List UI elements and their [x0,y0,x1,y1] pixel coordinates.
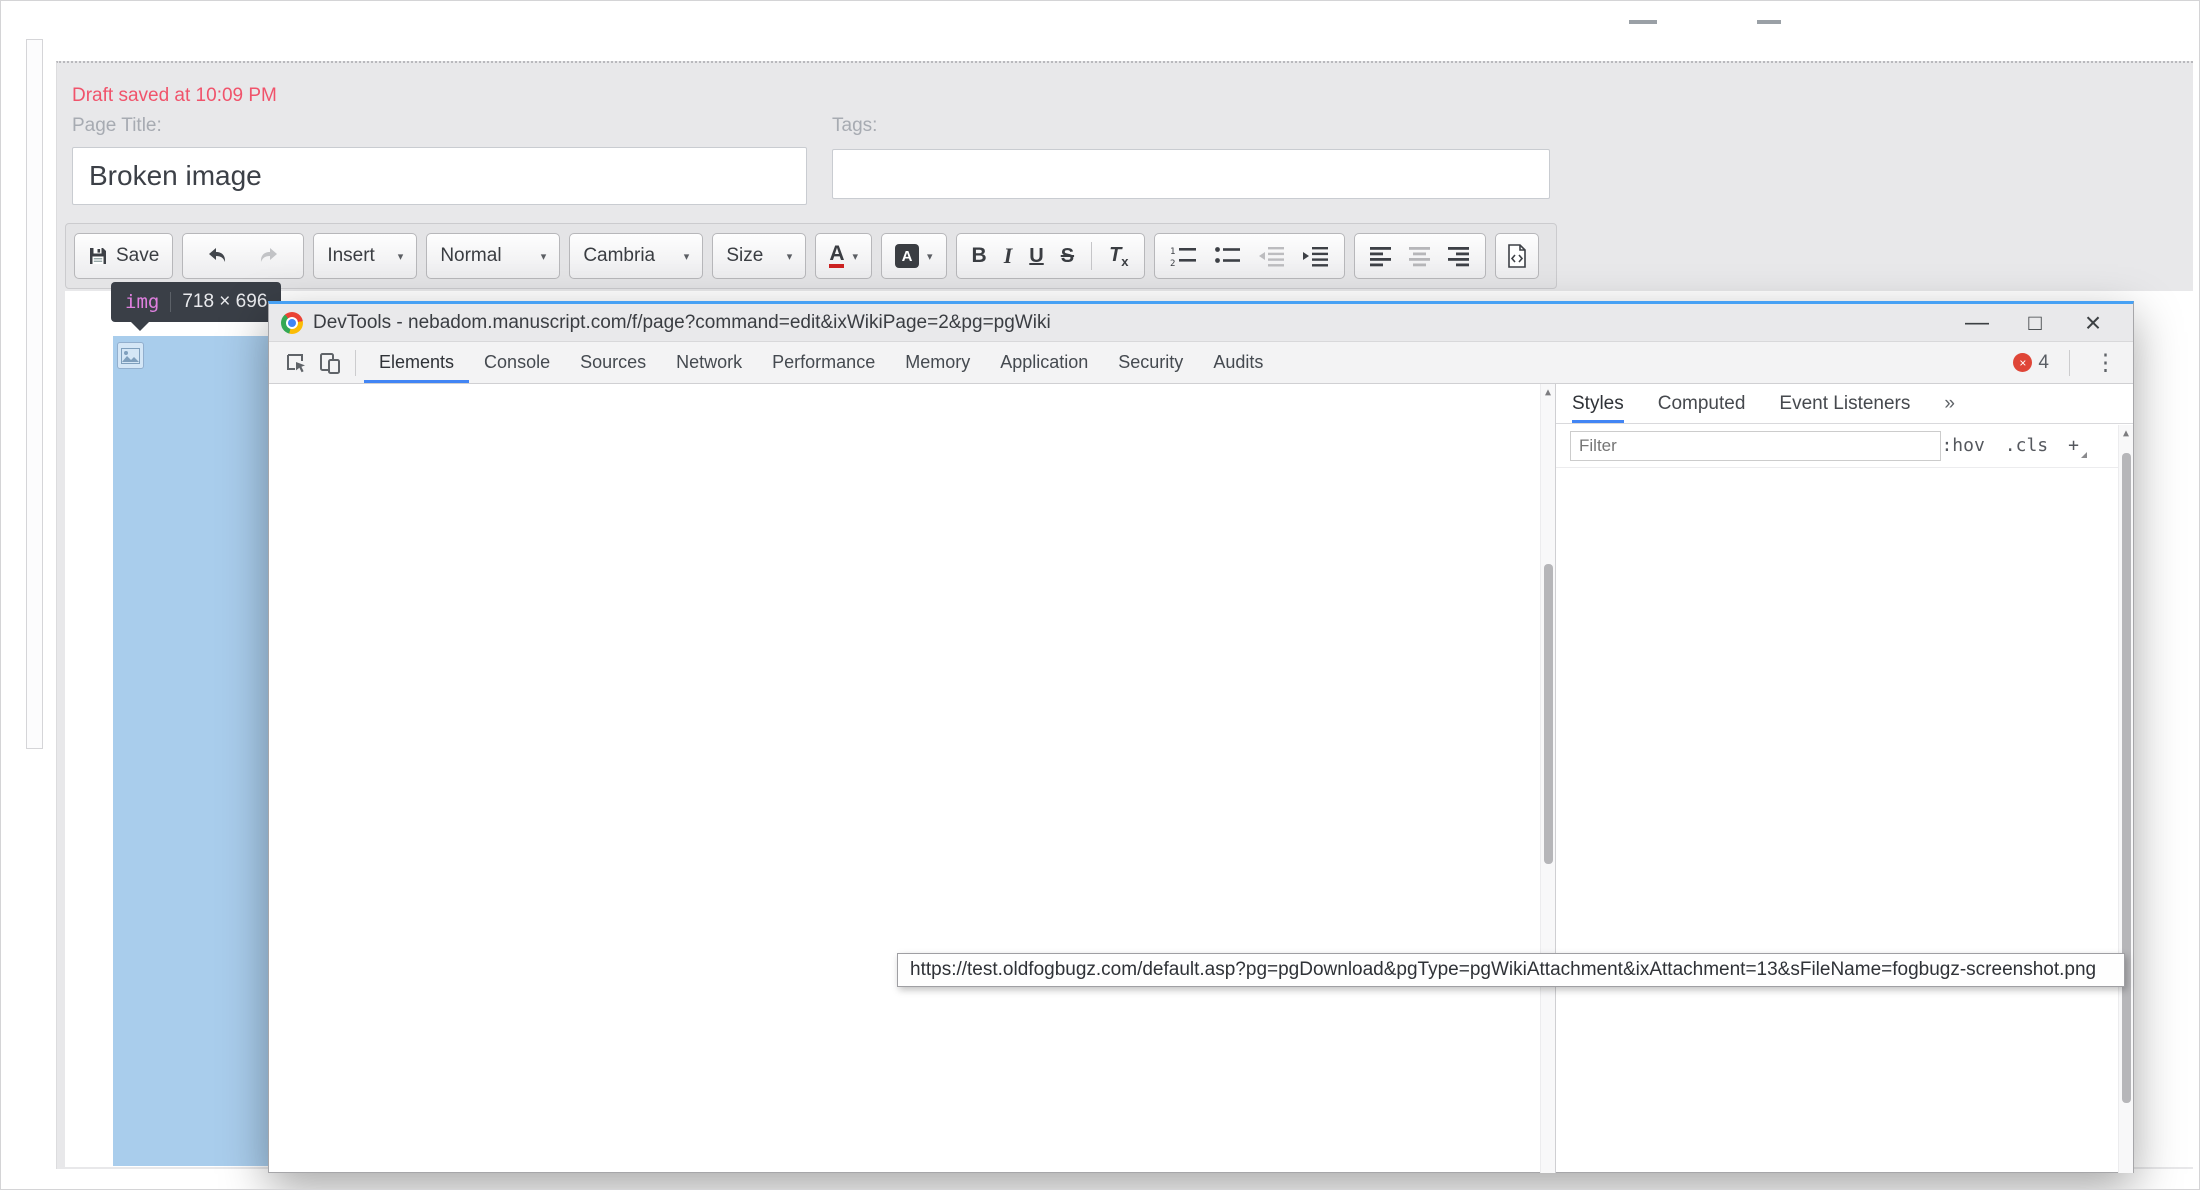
broken-image-icon [117,342,144,369]
strikethrough-button[interactable]: S [1061,245,1074,268]
screen: Draft saved at 10:09 PM Page Title: Brok… [0,0,2200,1190]
chevron-down-icon: ▾ [927,250,933,263]
devtools-tab-sources[interactable]: Sources [565,342,661,383]
divider [355,350,356,376]
inspect-element-icon[interactable] [279,342,313,383]
save-button[interactable]: Save [74,233,173,279]
remove-format-button[interactable]: Tx [1109,244,1128,269]
undo-icon[interactable] [207,246,231,266]
styles-filter-input[interactable] [1570,431,1941,461]
tags-label: Tags: [832,115,877,137]
divider [2069,350,2070,376]
devtools-tab-network[interactable]: Network [661,342,757,383]
chrome-icon [281,312,303,334]
devtools-tab-audits[interactable]: Audits [1198,342,1278,383]
paragraph-format-dropdown[interactable]: Normal▾ [426,233,560,279]
styles-tab-bar: Styles Computed Event Listeners » [1556,384,2133,424]
background-color-icon: A [895,244,919,268]
styles-tab-computed[interactable]: Computed [1658,384,1746,423]
insert-dropdown[interactable]: Insert▾ [313,233,417,279]
divider [1091,242,1092,270]
chevron-down-icon: ▾ [398,250,404,263]
link-url-tooltip: https://test.oldfogbugz.com/default.asp?… [897,953,2125,987]
page-title-input[interactable]: Broken image [72,147,807,205]
window-ghost-dash [1757,20,1781,24]
devtools-tab-console[interactable]: Console [469,342,565,383]
devtools-tab-performance[interactable]: Performance [757,342,890,383]
pseudo-state-toggle[interactable]: :hov [1941,435,1984,456]
text-color-button[interactable]: A▾ [815,233,872,279]
chevron-down-icon: ▾ [541,250,547,263]
text-color-icon: A [829,244,844,268]
error-badge[interactable]: × 4 [2013,352,2049,374]
new-style-rule-button[interactable]: + [2068,435,2079,456]
styles-filter-row: :hov .cls + [1556,424,2133,468]
error-count: 4 [2038,352,2049,374]
size-dropdown[interactable]: Size▾ [712,233,806,279]
font-dropdown[interactable]: Cambria▾ [569,233,703,279]
styles-tab-styles[interactable]: Styles [1572,384,1624,423]
page-title-label: Page Title: [72,115,162,137]
underline-button[interactable]: U [1029,245,1043,268]
divider [170,292,171,312]
elements-tree-panel: ▲ [269,384,1555,1173]
error-icon: × [2013,353,2032,372]
draft-status: Draft saved at 10:09 PM [72,85,277,107]
close-button[interactable]: × [2071,307,2115,339]
collapsed-sidebar[interactable] [26,39,43,749]
element-dimensions-label: 718 × 696 [182,291,267,313]
save-icon [88,246,108,266]
devtools-tab-bar: ElementsConsoleSourcesNetworkPerformance… [269,342,2133,384]
align-center-button[interactable] [1409,245,1431,267]
svg-text:2: 2 [1170,259,1175,267]
styles-panel: Styles Computed Event Listeners » :hov .cls… [1556,384,2133,1173]
devtools-tab-security[interactable]: Security [1103,342,1198,383]
background-color-button[interactable]: A▾ [881,233,947,279]
editor-toolbar: Save Insert▾ Normal▾ Cambria▾ Size▾ A▾ [65,223,1557,289]
bold-button[interactable]: B [972,244,987,268]
element-tag-label: img [125,291,159,313]
source-icon [1507,244,1527,268]
devtools-tab-application[interactable]: Application [985,342,1103,383]
styles-scrollbar[interactable]: ▲ [2118,425,2133,1173]
chevron-down-icon: ▾ [684,250,690,263]
list-group: 12 [1154,233,1345,279]
align-right-button[interactable] [1448,245,1470,267]
scrollbar-thumb[interactable] [2122,453,2131,1103]
source-button[interactable] [1495,233,1539,279]
minimize-button[interactable]: — [1955,309,1999,337]
numbered-list-button[interactable]: 12 [1170,245,1197,267]
bullet-list-button[interactable] [1214,245,1241,267]
chevron-down-icon: ▾ [852,250,858,263]
scrollbar-thumb[interactable] [1544,564,1553,864]
align-group [1354,233,1486,279]
class-toggle[interactable]: .cls [2005,435,2048,456]
format-group: B I U S Tx [956,233,1145,279]
decrease-indent-button[interactable] [1258,245,1285,267]
element-dimensions-tooltip: img 718 × 696 [111,282,281,322]
undo-redo-group [182,233,304,279]
devtools-window-title: DevTools - nebadom.manuscript.com/f/page… [313,312,1051,334]
device-toolbar-icon[interactable] [313,342,347,383]
devtools-tab-elements[interactable]: Elements [364,342,469,383]
scroll-up-icon[interactable]: ▲ [1541,387,1555,398]
align-left-button[interactable] [1370,245,1392,267]
devtools-titlebar: DevTools - nebadom.manuscript.com/f/page… [269,304,2133,342]
increase-indent-button[interactable] [1302,245,1329,267]
more-tabs-icon[interactable]: » [1944,384,1955,423]
chevron-down-icon: ▾ [787,250,793,263]
tags-input[interactable] [832,149,1550,199]
italic-button[interactable]: I [1004,243,1013,269]
scroll-up-icon[interactable]: ▲ [2119,428,2133,439]
redo-icon[interactable] [255,246,279,266]
maximize-button[interactable]: □ [2013,310,2057,336]
kebab-menu-icon[interactable]: ⋮ [2090,349,2121,376]
window-ghost-dash [1629,20,1657,24]
styles-tab-event-listeners[interactable]: Event Listeners [1779,384,1910,423]
devtools-window: DevTools - nebadom.manuscript.com/f/page… [268,301,2134,1173]
svg-text:1: 1 [1170,247,1175,257]
elements-scrollbar[interactable]: ▲ [1540,384,1555,1173]
devtools-tab-memory[interactable]: Memory [890,342,985,383]
